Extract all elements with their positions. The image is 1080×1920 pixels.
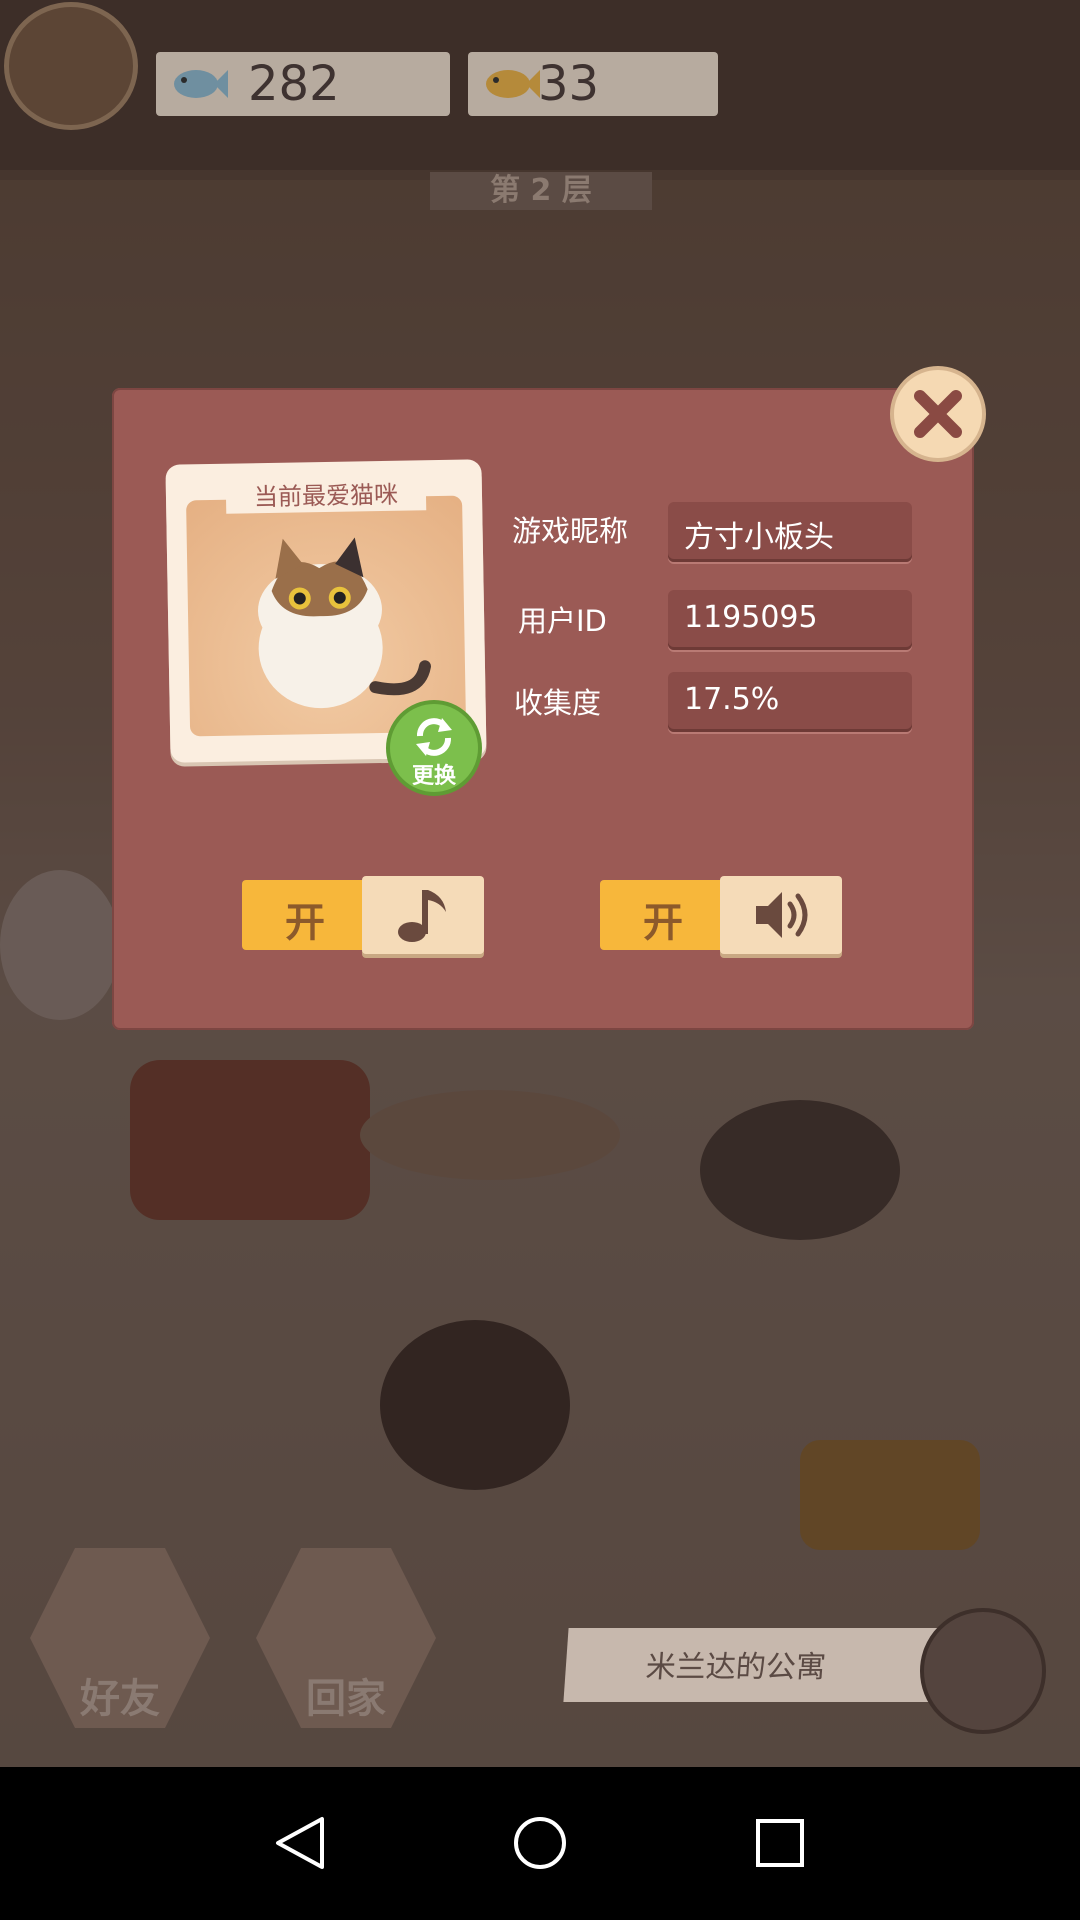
music-toggle-on: 开 (242, 880, 368, 950)
nickname-value: 方寸小板头 (684, 520, 834, 555)
sound-toggle-on: 开 (600, 880, 726, 950)
close-button[interactable] (890, 366, 986, 462)
top-bar: 282 33 (0, 0, 1080, 170)
music-toggle[interactable]: 开 (242, 876, 484, 954)
card-title: 当前最爱猫咪 (225, 478, 427, 514)
gold-fish-count: 33 (538, 56, 600, 112)
back-icon[interactable] (270, 1813, 330, 1873)
nickname-label: 游戏昵称 (512, 514, 629, 548)
sound-toggle-state: 开 (643, 900, 683, 946)
recent-apps-icon[interactable] (750, 1813, 810, 1873)
gold-fish-icon (486, 70, 540, 98)
blue-fish-icon (174, 70, 228, 98)
speaker-icon (756, 892, 808, 938)
system-navigation-bar (0, 1767, 1080, 1920)
user-id-label: 用户ID (518, 604, 607, 638)
collection-label: 收集度 (514, 686, 602, 720)
collection-value: 17.5% (684, 682, 780, 717)
nickname-field: 方寸小板头 (668, 502, 912, 562)
apartment-name: 米兰达的公寓 (644, 1650, 828, 1685)
sound-toggle[interactable]: 开 (600, 876, 842, 954)
blue-fish-count: 282 (248, 56, 340, 112)
close-icon (914, 390, 962, 438)
music-note-icon (398, 890, 446, 942)
floor-label: 第 2 层 (430, 172, 652, 210)
apartment-name-bar: 米兰达的公寓 (563, 1628, 943, 1702)
gold-fish-counter: 33 (468, 52, 718, 116)
user-id-value: 1195095 (684, 600, 818, 635)
music-toggle-knob[interactable] (362, 876, 484, 954)
blue-fish-counter: 282 (156, 52, 450, 116)
collection-field: 17.5% (668, 672, 912, 732)
swap-cat-button[interactable]: 更换 (386, 700, 482, 796)
sound-toggle-knob[interactable] (720, 876, 842, 954)
home-icon[interactable] (510, 1813, 570, 1873)
player-avatar[interactable] (4, 2, 138, 130)
owner-avatar[interactable] (920, 1608, 1046, 1734)
music-toggle-state: 开 (285, 900, 325, 946)
refresh-icon (416, 718, 452, 756)
user-id-field: 1195095 (668, 590, 912, 650)
swap-label: 更换 (411, 764, 456, 789)
